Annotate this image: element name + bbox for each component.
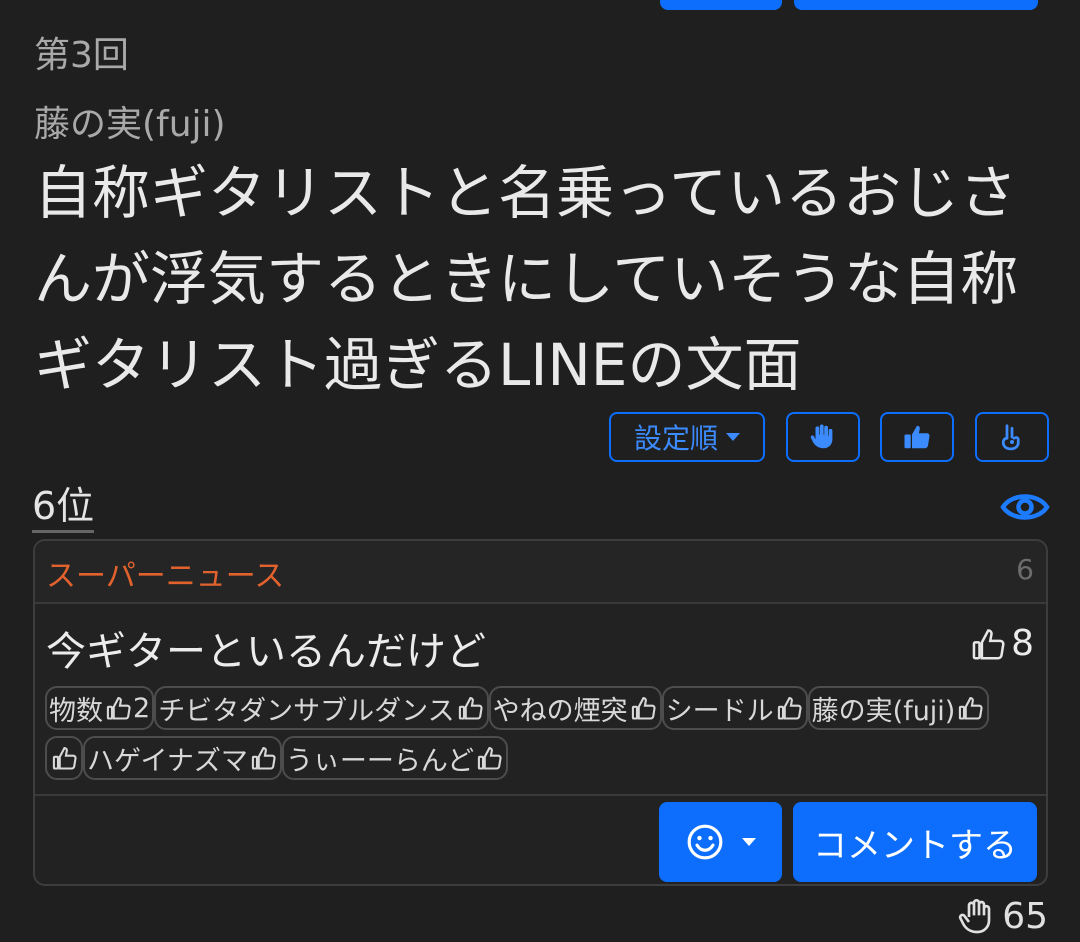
rank-label: 6位 (32, 484, 95, 533)
emoji-reaction-button[interactable] (659, 802, 782, 882)
hand-raise-button[interactable] (786, 412, 860, 462)
page-title: 自称ギタリストと名乗っているおじさんが浮気するときにしていそうな自称ギタリスト過… (34, 159, 1019, 399)
like-count-value: 8 (1011, 623, 1034, 664)
vote-count-value: 65 (1002, 896, 1048, 937)
comment-button[interactable]: コメントする (793, 802, 1037, 882)
answer-card: スーパーニュース 6 今ギターといるんだけど 8 物数 2 チビタダンサブルダンス や… (33, 539, 1048, 886)
answer-source: スーパーニュース (46, 559, 285, 594)
answer-card-footer (35, 794, 1046, 796)
answer-number: 6 (1016, 553, 1034, 586)
thumbs-up-outline-icon (477, 747, 502, 770)
chevron-down-icon (741, 838, 756, 846)
chevron-down-icon (726, 433, 740, 441)
voter-tag[interactable] (45, 736, 83, 780)
top-button-left[interactable] (660, 0, 782, 10)
smiley-icon (687, 824, 722, 860)
thumbs-up-outline-icon (959, 697, 983, 720)
thumbs-up-outline-icon (251, 747, 276, 770)
hand-peace-icon (1001, 424, 1020, 451)
voter-tag[interactable]: うぃーーらんど (281, 736, 509, 780)
voter-tag[interactable]: 物数 2 (45, 686, 155, 730)
thumbs-up-outline-icon (52, 747, 77, 770)
answer-card-header: スーパーニュース 6 (35, 541, 1046, 604)
vote-count: 65 (958, 896, 1048, 937)
voter-tags-row: 物数 2 チビタダンサブルダンス やねの煙突 シードル 藤の実(fuji) (45, 686, 1040, 730)
eye-icon[interactable] (1000, 486, 1050, 528)
voter-name: 藤の実(fuji) (811, 695, 956, 727)
hand-raise-icon (810, 424, 833, 449)
voter-tag[interactable]: ハゲイナズマ (83, 736, 282, 780)
author-name: 藤の実(fuji) (34, 104, 226, 145)
thumbs-up-outline-icon (106, 697, 131, 720)
voter-name: シードル (665, 695, 774, 727)
voter-name: ハゲイナズマ (87, 745, 248, 777)
voter-name: 物数 (49, 695, 103, 727)
sort-label: 設定順 (633, 422, 718, 455)
sort-dropdown[interactable]: 設定順 (609, 412, 765, 462)
voter-name: やねの煙突 (492, 695, 628, 727)
thumbs-up-outline-icon (972, 628, 1005, 660)
thumbs-up-icon (904, 425, 930, 449)
answer-text: 今ギターといるんだけど (46, 629, 486, 675)
voter-tag[interactable]: 藤の実(fuji) (807, 686, 990, 730)
voter-tag[interactable]: チビタダンサブルダンス (154, 686, 489, 730)
episode-label: 第3回 (34, 35, 129, 76)
thumbs-up-button[interactable] (880, 412, 954, 462)
thumbs-up-outline-icon (458, 697, 483, 720)
voter-name: うぃーーらんど (285, 745, 475, 777)
voter-count: 2 (133, 692, 151, 724)
like-count[interactable]: 8 (969, 623, 1034, 664)
top-button-right[interactable] (794, 0, 1038, 10)
voter-name: チビタダンサブルダンス (158, 695, 455, 727)
voter-tags-row: ハゲイナズマ うぃーーらんど (45, 736, 1040, 780)
voter-tag[interactable]: やねの煙突 (488, 686, 662, 730)
voter-tag[interactable]: シードル (661, 686, 808, 730)
hand-peace-button[interactable] (975, 412, 1049, 462)
hand-raise-outline-icon (959, 898, 991, 933)
thumbs-up-outline-icon (777, 697, 802, 720)
thumbs-up-outline-icon (631, 697, 656, 720)
